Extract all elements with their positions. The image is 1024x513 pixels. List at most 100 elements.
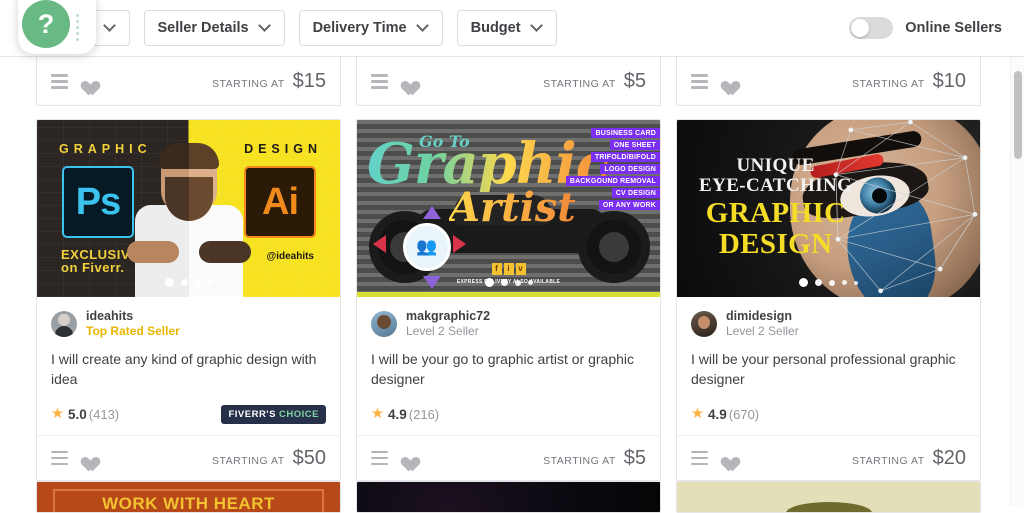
gig-card[interactable]: GRAPHIC DESIGN Ps Ai EXCLUSIVE on Fiverr… xyxy=(36,119,341,481)
gig-card[interactable]: UNIQUE EYE-CATCHING GRAPHIC DESIGN dimid… xyxy=(676,119,981,481)
favorite-heart-icon[interactable] xyxy=(78,450,95,466)
card-footer: STARTING AT $5 xyxy=(357,57,660,105)
chevron-down-icon xyxy=(418,21,429,32)
service-tag: TRIFOLD/BIFOLD xyxy=(590,152,660,162)
gig-card-partial-top[interactable]: STARTING AT $10 xyxy=(676,56,981,106)
people-group-icon: 👥 xyxy=(403,223,451,271)
favorite-heart-icon[interactable] xyxy=(718,450,735,466)
collect-list-icon[interactable] xyxy=(51,74,68,89)
price-value: $20 xyxy=(932,446,966,469)
carousel-dot[interactable] xyxy=(527,280,533,285)
rating-count: (670) xyxy=(728,406,760,422)
carousel-dot-active[interactable] xyxy=(484,278,494,287)
help-question-icon[interactable]: ? xyxy=(22,0,70,48)
gig-thumbnail[interactable]: GRAPHIC DESIGN Ps Ai EXCLUSIVE on Fiverr… xyxy=(37,120,340,297)
service-tag: ONE SHEET xyxy=(609,140,660,150)
seller-row[interactable]: dimidesign Level 2 Seller xyxy=(691,309,966,338)
collect-list-icon[interactable] xyxy=(371,74,388,89)
seller-name[interactable]: ideahits xyxy=(86,309,180,323)
carousel-dot[interactable] xyxy=(829,279,835,286)
illustrator-logo-icon: Ai xyxy=(244,166,316,238)
carousel-dot[interactable] xyxy=(514,279,521,286)
rating-value: 4.9 xyxy=(388,406,407,422)
carousel-dot[interactable] xyxy=(180,279,188,286)
starting-at-label: STARTING AT xyxy=(543,78,616,90)
carousel-dot[interactable] xyxy=(842,280,847,285)
gig-title[interactable]: I will be your personal professional gra… xyxy=(691,349,966,389)
carousel-dot[interactable] xyxy=(815,279,822,286)
online-sellers-label: Online Sellers xyxy=(905,20,1002,36)
favorite-heart-icon[interactable] xyxy=(398,74,415,90)
avatar xyxy=(691,310,717,337)
collect-list-icon[interactable] xyxy=(371,450,388,466)
service-tag: CV DESIGN xyxy=(611,188,660,198)
page-scrollbar[interactable] xyxy=(1010,57,1024,506)
carousel-dot-active[interactable] xyxy=(164,278,174,287)
service-tag: BUSINESS CARD xyxy=(591,128,660,138)
card-info: makgraphic72 Level 2 Seller I will be yo… xyxy=(357,297,660,435)
gig-card-partial-bottom[interactable] xyxy=(676,481,981,513)
gig-thumbnail[interactable]: UNIQUE EYE-CATCHING GRAPHIC DESIGN xyxy=(677,120,980,297)
carousel-dot[interactable] xyxy=(500,279,508,286)
filter-pill-label: Seller Details xyxy=(157,20,249,36)
headline-line-3: GRAPHIC xyxy=(705,197,846,230)
gig-title[interactable]: I will create any kind of graphic design… xyxy=(51,349,326,389)
gig-card[interactable]: Graphic Go To Artist BUSINESS CARD ONE S… xyxy=(356,119,661,481)
favorite-heart-icon[interactable] xyxy=(718,74,735,90)
status-badge: FIVERR'S CHOICE xyxy=(221,404,326,424)
starting-at-label: STARTING AT xyxy=(852,78,925,90)
filter-pill-label: Budget xyxy=(470,20,521,36)
badge-text-primary: FIVERR'S xyxy=(228,408,276,420)
rating-row: ★ 4.9 (670) xyxy=(691,402,966,426)
rating-count: (216) xyxy=(408,406,440,422)
gig-thumbnail[interactable]: Graphic Go To Artist BUSINESS CARD ONE S… xyxy=(357,120,660,297)
gig-card-partial-bottom[interactable]: WORK WITH HEART xyxy=(36,481,341,513)
service-tag-list: BUSINESS CARD ONE SHEET TRIFOLD/BIFOLD L… xyxy=(565,128,660,210)
carousel-dots[interactable] xyxy=(357,278,660,287)
filter-bar: ptions Seller Details Delivery Time Budg… xyxy=(0,0,1024,57)
seller-level: Top Rated Seller xyxy=(86,324,180,338)
seller-row[interactable]: makgraphic72 Level 2 Seller xyxy=(371,309,646,338)
star-icon: ★ xyxy=(51,406,64,422)
favorite-heart-icon[interactable] xyxy=(78,74,95,90)
scrollbar-thumb[interactable] xyxy=(1014,71,1022,159)
filter-pill-budget[interactable]: Budget xyxy=(456,10,557,46)
starting-at-label: STARTING AT xyxy=(852,454,925,467)
seller-name[interactable]: dimidesign xyxy=(726,309,799,323)
online-sellers-toggle[interactable]: Online Sellers xyxy=(849,17,1002,39)
rating-count: (413) xyxy=(88,406,120,422)
favorite-heart-icon[interactable] xyxy=(398,450,415,466)
rating-value: 4.9 xyxy=(708,406,727,422)
drag-handle-icon[interactable] xyxy=(76,14,79,44)
collect-list-icon[interactable] xyxy=(691,450,708,466)
service-tag: LOGO DESIGN xyxy=(600,164,660,174)
seller-name[interactable]: makgraphic72 xyxy=(406,309,490,323)
card-info: ideahits Top Rated Seller I will create … xyxy=(37,297,340,435)
film-strip-icon: fiv xyxy=(491,263,526,275)
carousel-dot-active[interactable] xyxy=(799,278,808,287)
gig-card-partial-bottom[interactable] xyxy=(356,481,661,513)
collect-list-icon[interactable] xyxy=(51,450,68,466)
filter-pill-delivery-time[interactable]: Delivery Time xyxy=(298,10,443,46)
rating-row: ★ 5.0 (413) FIVERR'S CHOICE xyxy=(51,402,326,426)
price-value: $50 xyxy=(292,446,326,469)
star-icon: ★ xyxy=(371,406,384,422)
headline-line-2: EYE-CATCHING xyxy=(699,175,853,197)
service-tag: OR ANY WORK xyxy=(598,200,660,210)
carousel-dot[interactable] xyxy=(854,280,858,285)
filter-pill-seller-details[interactable]: Seller Details xyxy=(143,10,285,46)
gig-card-partial-top[interactable]: STARTING AT $5 xyxy=(356,56,661,106)
toggle-switch[interactable] xyxy=(849,17,894,39)
carousel-dot[interactable] xyxy=(207,280,213,285)
collect-list-icon[interactable] xyxy=(691,74,708,89)
help-launcher[interactable]: ? xyxy=(18,0,96,54)
carousel-dots[interactable] xyxy=(37,278,340,287)
carousel-dots[interactable] xyxy=(677,278,980,287)
gig-title[interactable]: I will be your go to graphic artist or g… xyxy=(371,349,646,389)
price-value: $5 xyxy=(623,70,646,92)
gig-card-partial-top[interactable]: STARTING AT $15 xyxy=(36,56,341,106)
carousel-dot[interactable] xyxy=(194,279,201,286)
gig-grid: STARTING AT $15 GRAPHIC DESIGN Ps Ai EXC… xyxy=(0,56,1010,513)
price-value: $10 xyxy=(932,70,966,92)
seller-row[interactable]: ideahits Top Rated Seller xyxy=(51,309,326,338)
